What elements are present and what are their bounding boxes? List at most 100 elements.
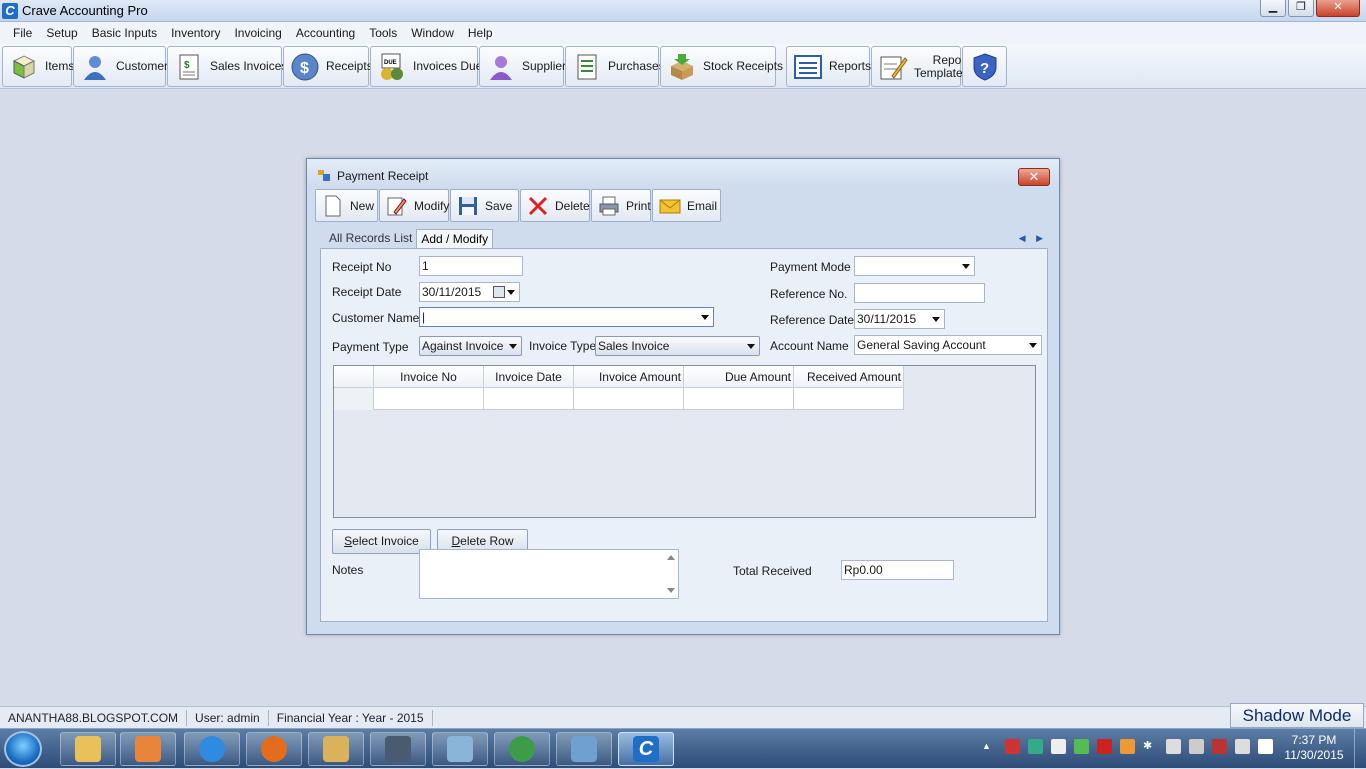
taskbar-explorer[interactable]	[60, 732, 116, 766]
cell-invoice-date[interactable]	[484, 388, 574, 410]
calendar-icon[interactable]	[493, 286, 505, 298]
menu-invoicing[interactable]: Invoicing	[227, 22, 288, 44]
tray-expand-icon[interactable]: ▲	[982, 739, 997, 754]
invoice-type-select[interactable]: Sales Invoice	[595, 336, 760, 356]
tray-antivirus-icon[interactable]	[1005, 739, 1020, 754]
tray-update-icon[interactable]	[1074, 739, 1089, 754]
save-button[interactable]: Save	[450, 189, 519, 222]
purchases-button[interactable]: Purchases	[565, 46, 665, 87]
column-header-invoice-amount[interactable]: Invoice Amount	[574, 366, 684, 388]
reports-button[interactable]: Reports	[786, 46, 871, 87]
notes-textarea[interactable]	[419, 549, 679, 599]
reference-no-input[interactable]	[854, 283, 985, 303]
notes-label: Notes	[332, 563, 364, 577]
tray-volume-icon[interactable]	[1235, 739, 1250, 754]
row-header[interactable]	[334, 388, 374, 410]
column-header-due-amount[interactable]: Due Amount	[684, 366, 794, 388]
taskbar-crave-accounting[interactable]: C	[618, 732, 674, 766]
reference-date-picker[interactable]: 30/11/2015	[854, 309, 945, 329]
tray-check-icon[interactable]	[1051, 739, 1066, 754]
scroll-down-icon[interactable]	[667, 588, 675, 593]
dialog-close-button[interactable]: ✕	[1018, 168, 1050, 186]
receipt-date-label: Receipt Date	[332, 285, 402, 299]
new-button[interactable]: New	[315, 189, 378, 222]
tray-usb-icon[interactable]	[1189, 739, 1204, 754]
add-modify-panel: Receipt No 1 Receipt Date 30/11/2015 Cus…	[320, 248, 1048, 622]
invoice-grid[interactable]: Invoice No Invoice Date Invoice Amount D…	[333, 365, 1036, 518]
menu-help[interactable]: Help	[461, 22, 500, 44]
taskbar-internet-explorer[interactable]	[184, 732, 240, 766]
tray-bluetooth-icon[interactable]: ✱	[1143, 739, 1158, 754]
help-button[interactable]: ?	[962, 46, 1007, 87]
column-header-invoice-date[interactable]: Invoice Date	[484, 366, 574, 388]
receipts-button[interactable]: $ Receipts	[283, 46, 373, 87]
menu-inventory[interactable]: Inventory	[164, 22, 227, 44]
shadow-mode-button[interactable]: Shadow Mode	[1230, 703, 1364, 728]
tab-add-modify[interactable]: Add / Modify	[416, 229, 494, 248]
system-clock[interactable]: 7:37 PM 11/30/2015	[1282, 733, 1346, 763]
tab-scroll-arrows-icon[interactable]: ◀ ▶	[1019, 233, 1047, 244]
modify-button[interactable]: Modify	[379, 189, 449, 222]
invoices-due-button[interactable]: DUE Invoices Due	[370, 46, 482, 87]
taskbar-notes-app[interactable]	[308, 732, 364, 766]
tray-audio-manager-icon[interactable]	[1120, 739, 1135, 754]
clock-date: 11/30/2015	[1284, 748, 1344, 762]
maximize-button[interactable]: ❐	[1288, 0, 1314, 17]
taskbar-firefox[interactable]	[246, 732, 302, 766]
chevron-down-icon[interactable]	[701, 315, 709, 320]
delete-button[interactable]: Delete	[520, 189, 590, 222]
customer-name-combobox[interactable]: |	[419, 307, 714, 327]
menu-basic-inputs[interactable]: Basic Inputs	[85, 22, 164, 44]
editor-icon	[447, 736, 473, 762]
select-invoice-button[interactable]: Select Invoice	[332, 529, 431, 554]
menu-tools[interactable]: Tools	[362, 22, 404, 44]
minimize-button[interactable]: ▁	[1260, 0, 1286, 17]
menu-window[interactable]: Window	[404, 22, 461, 44]
receipt-no-label: Receipt No	[332, 260, 392, 274]
column-header-received-amount[interactable]: Received Amount	[794, 366, 904, 388]
show-desktop-button[interactable]	[1354, 729, 1366, 769]
stock-receipts-button[interactable]: Stock Receipts	[660, 46, 783, 87]
tray-device-icon[interactable]	[1166, 739, 1181, 754]
tray-network-app-icon[interactable]	[1028, 739, 1043, 754]
receipt-date-picker[interactable]: 30/11/2015	[419, 282, 520, 302]
chevron-down-icon[interactable]	[962, 264, 970, 269]
taskbar-media-player[interactable]	[120, 732, 176, 766]
menu-accounting[interactable]: Accounting	[289, 22, 362, 44]
customers-button[interactable]: Customers	[73, 46, 174, 87]
email-button[interactable]: Email	[652, 189, 721, 222]
chevron-down-icon[interactable]	[747, 344, 755, 349]
menu-setup[interactable]: Setup	[39, 22, 84, 44]
chevron-down-icon[interactable]	[932, 317, 940, 322]
report-templates-button[interactable]: Report Templates	[871, 46, 969, 87]
cell-due-amount[interactable]	[684, 388, 794, 410]
tab-all-records-list[interactable]: All Records List	[325, 229, 416, 248]
items-button[interactable]: Items	[2, 46, 74, 87]
tray-sync-icon[interactable]	[1258, 739, 1273, 754]
cell-invoice-amount[interactable]	[574, 388, 684, 410]
cell-invoice-no[interactable]	[374, 388, 484, 410]
receipt-no-input[interactable]: 1	[419, 256, 523, 276]
menu-file[interactable]: File	[6, 22, 39, 44]
chevron-down-icon[interactable]	[509, 344, 517, 349]
payment-type-select[interactable]: Against Invoice	[419, 336, 522, 356]
payment-mode-combobox[interactable]	[854, 256, 975, 276]
start-button[interactable]	[4, 731, 42, 767]
chevron-down-icon[interactable]	[507, 290, 515, 295]
firefox-icon	[261, 736, 287, 762]
cell-received-amount[interactable]	[794, 388, 904, 410]
tray-network-icon[interactable]	[1212, 739, 1227, 754]
taskbar-display-app[interactable]	[370, 732, 426, 766]
scroll-up-icon[interactable]	[667, 555, 675, 560]
sales-invoices-button[interactable]: $ Sales Invoices	[167, 46, 287, 87]
taskbar-photo-viewer[interactable]	[556, 732, 612, 766]
print-button[interactable]: Print	[591, 189, 651, 222]
chevron-down-icon[interactable]	[1029, 343, 1037, 348]
column-header-invoice-no[interactable]: Invoice No	[374, 366, 484, 388]
tray-shield-icon[interactable]	[1097, 739, 1112, 754]
taskbar-editor-app[interactable]	[432, 732, 488, 766]
close-button[interactable]: ✕	[1316, 0, 1360, 17]
suppliers-button[interactable]: Suppliers	[479, 46, 572, 87]
account-name-combobox[interactable]: General Saving Account	[854, 335, 1042, 355]
taskbar-globe-app[interactable]	[494, 732, 550, 766]
